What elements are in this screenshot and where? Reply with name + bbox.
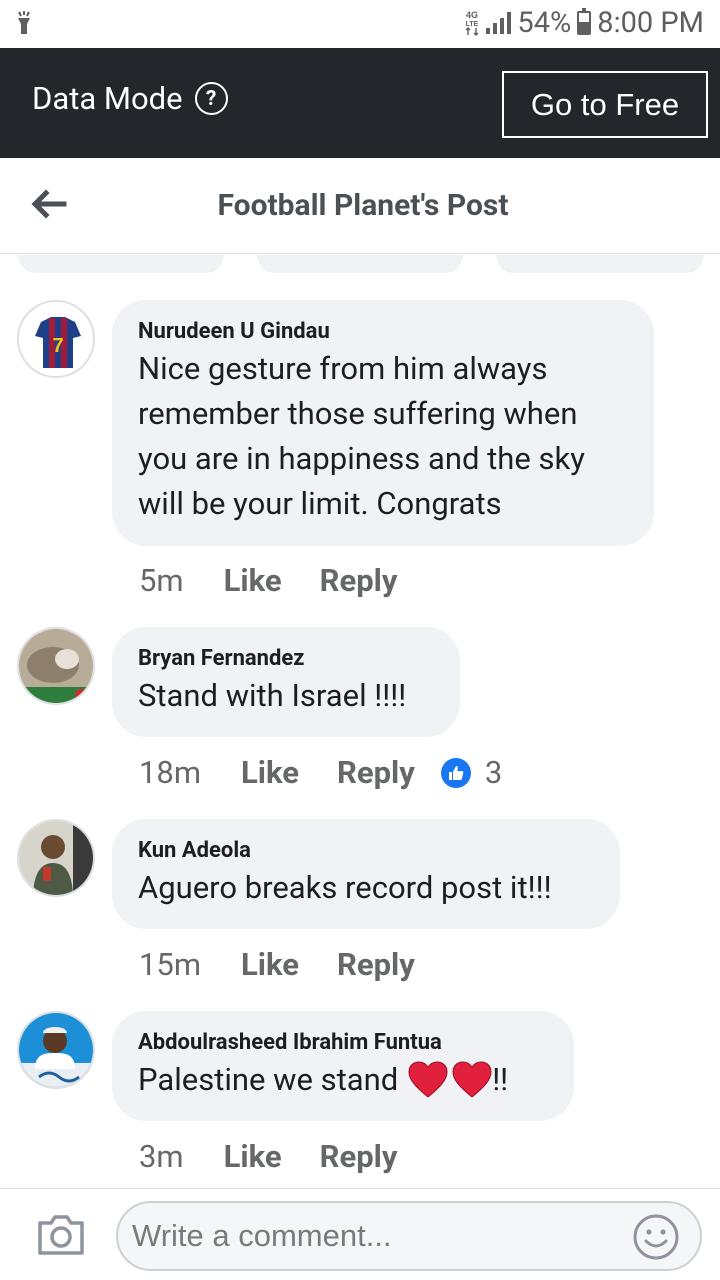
comment-line: Nice gesture from him always [138,350,548,387]
heart-icon [452,1060,492,1099]
comment-time[interactable]: 15m [139,946,201,983]
reaction-strip [496,255,704,273]
comment-text: Stand with Israel !!!! [138,677,407,714]
comment-line: Palestine we stand [138,1061,399,1098]
reaction-count[interactable]: 3 [485,754,502,791]
svg-text:4G: 4G [466,10,478,20]
svg-text:LTE: LTE [466,21,479,28]
help-icon[interactable]: ? [194,82,228,115]
reply-link[interactable]: Reply [320,562,398,599]
go-to-free-button[interactable]: Go to Free [502,71,708,138]
comment-time[interactable]: 18m [139,754,201,791]
comment-input-container[interactable] [116,1201,702,1271]
comment-time[interactable]: 5m [139,562,184,599]
data-mode-text: Data Mode [32,80,183,117]
page-header: Football Planet's Post [0,158,720,254]
reply-link[interactable]: Reply [337,754,415,791]
comment-bubble[interactable]: Abdoulrasheed Ibrahim Funtua Palestine w… [112,1011,574,1121]
comment-author[interactable]: Nurudeen U Gindau [138,318,628,346]
svg-text:7: 7 [52,335,63,357]
comment-actions: 5m Like Reply [139,562,435,599]
comment-text: Nice gesture from him always remember th… [138,346,628,526]
comment-time[interactable]: 3m [139,1138,184,1175]
comment-line: remember those suffering when [138,395,578,432]
reaction-strip [18,255,224,273]
comment-bubble[interactable]: Nurudeen U Gindau Nice gesture from him … [112,300,654,546]
comment-bubble[interactable]: Bryan Fernandez Stand with Israel !!!! [112,627,460,737]
comment-actions: 15m Like Reply [139,946,453,983]
thumbs-up-icon[interactable] [440,757,471,788]
reply-link[interactable]: Reply [320,1138,398,1175]
emoji-icon[interactable] [632,1213,680,1265]
comment-text: Palestine we stand !! [138,1057,548,1102]
reaction-strip [257,255,463,273]
comment-author[interactable]: Abdoulrasheed Ibrahim Funtua [138,1029,548,1057]
comment-author[interactable]: Kun Adeola [138,837,594,865]
like-link[interactable]: Like [224,562,282,599]
battery-icon [577,8,592,35]
comment-bubble[interactable]: Kun Adeola Aguero breaks record post it!… [112,819,620,929]
clock: 8:00 PM [597,6,704,40]
comment-actions: 18m Like Reply 3 [139,754,502,791]
comment-line: you are in happiness and the sky [138,440,585,477]
comment-composer [0,1188,720,1280]
avatar[interactable]: 7 [17,300,95,378]
network-type-icon: 4G LTE [464,8,480,38]
comment-text: Aguero breaks record post it!!! [138,869,552,906]
camera-icon[interactable] [36,1213,86,1261]
comment-suffix: !! [492,1061,509,1098]
heart-icon [408,1060,448,1099]
data-mode-label[interactable]: Data Mode ? [32,80,228,117]
comment-actions: 3m Like Reply [139,1138,435,1175]
reply-link[interactable]: Reply [337,946,415,983]
comment-line: will be your limit. Congrats [138,485,502,522]
like-link[interactable]: Like [241,754,299,791]
signal-icon [486,12,512,34]
flashlight-icon [16,10,32,40]
avatar[interactable] [17,819,95,897]
avatar[interactable] [17,627,95,705]
status-bar: 4G LTE 54% 8:00 PM [0,0,720,48]
comment-author[interactable]: Bryan Fernandez [138,645,434,673]
like-link[interactable]: Like [224,1138,282,1175]
battery-percent: 54% [517,6,572,40]
data-mode-bar: Data Mode ? Go to Free [0,48,720,158]
avatar[interactable] [17,1011,95,1089]
comment-input[interactable] [132,1213,612,1259]
like-link[interactable]: Like [241,946,299,983]
page-title: Football Planet's Post [217,188,509,223]
